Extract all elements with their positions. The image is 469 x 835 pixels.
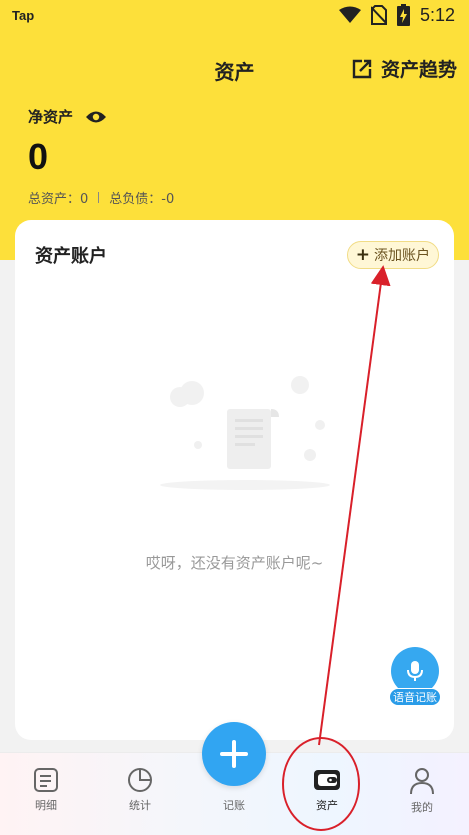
battery-charging-icon [396,4,410,26]
asset-trend-button[interactable]: 资产趋势 [351,55,457,82]
no-sim-icon [370,5,387,25]
tab-assets[interactable]: 资产 [297,767,357,813]
empty-state-text: 哎呀，还没有资产账户呢~ [145,554,324,572]
microphone-icon [407,661,423,681]
eye-icon[interactable] [85,110,107,124]
pie-chart-icon [128,768,152,792]
tab-statistics-label: 统计 [129,799,151,812]
voice-record-button[interactable]: 语音记账 [389,647,441,707]
profile-icon [410,768,434,795]
divider [98,192,100,203]
voice-record-label: 语音记账 [389,688,441,706]
tab-details[interactable]: 明细 [16,767,76,813]
external-link-icon [352,59,372,78]
tab-profile[interactable]: 我的 [392,767,452,815]
add-account-button[interactable]: + 添加账户 [346,241,439,269]
list-icon [34,768,58,792]
net-assets-row: 净资产 [28,106,107,127]
tab-assets-label: 资产 [316,799,338,812]
wallet-icon [314,770,340,790]
net-assets-label: 净资产 [28,108,74,126]
status-time: 5:12 [419,4,455,25]
add-record-button[interactable] [202,722,266,786]
status-bar: Tap 5:12 [0,0,469,32]
empty-state-illustration [160,376,330,490]
assets-liabilities-row: 总资产：0 总负债：-0 [28,188,174,207]
plus-icon: + [355,244,370,265]
asset-trend-label: 资产趋势 [380,59,457,81]
asset-accounts-title: 资产账户 [35,246,107,267]
add-account-label: 添加账户 [374,248,430,264]
tab-record-label: 记账 [223,799,245,812]
net-assets-value: 0 [28,136,49,177]
plus-icon [220,740,248,768]
carrier-logo: Tap [12,8,35,23]
total-liabilities: 总负债：-0 [109,192,175,207]
total-assets: 总资产：0 [28,192,89,207]
tab-profile-label: 我的 [411,801,433,814]
tab-statistics[interactable]: 统计 [110,767,170,813]
tab-details-label: 明细 [35,799,57,812]
wifi-icon [338,6,361,23]
status-icons: 5:12 [338,4,455,26]
